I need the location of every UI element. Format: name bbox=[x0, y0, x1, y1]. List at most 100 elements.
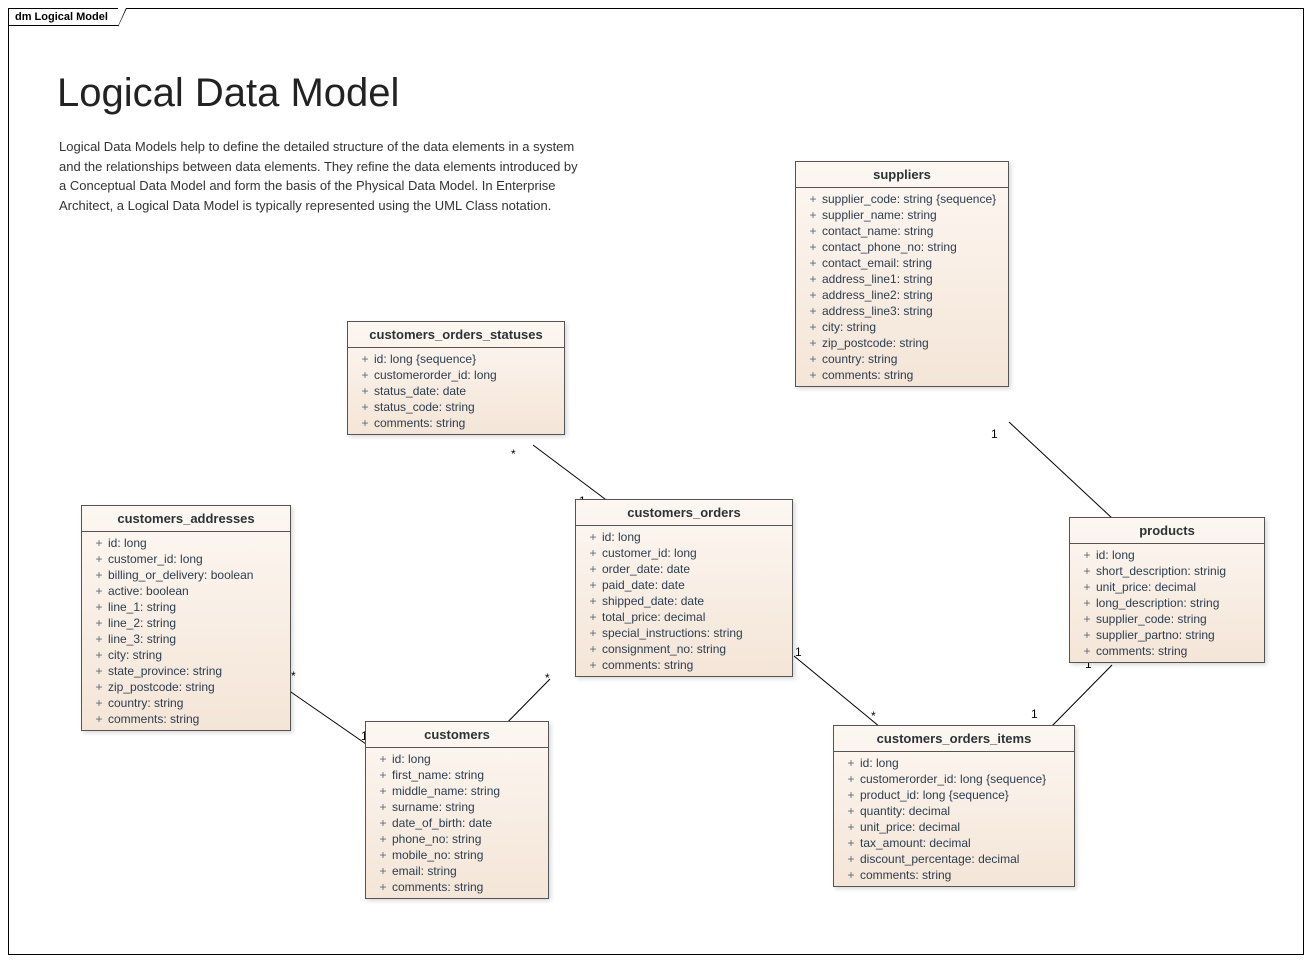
attribute-row: +id: long bbox=[366, 751, 548, 767]
attribute-text: paid_date: date bbox=[602, 578, 784, 592]
entity-products[interactable]: products +id: long+short_description: st… bbox=[1069, 517, 1265, 663]
attribute-text: contact_name: string bbox=[822, 224, 1000, 238]
attribute-visibility: + bbox=[842, 852, 860, 866]
attribute-visibility: + bbox=[374, 864, 392, 878]
attribute-text: address_line1: string bbox=[822, 272, 1000, 286]
page-title: Logical Data Model bbox=[57, 71, 399, 116]
attribute-visibility: + bbox=[1078, 580, 1096, 594]
attribute-text: supplier_name: string bbox=[822, 208, 1000, 222]
attribute-visibility: + bbox=[842, 772, 860, 786]
attribute-visibility: + bbox=[356, 352, 374, 366]
attribute-row: +first_name: string bbox=[366, 767, 548, 783]
attribute-visibility: + bbox=[90, 600, 108, 614]
attribute-visibility: + bbox=[90, 712, 108, 726]
attribute-text: status_date: date bbox=[374, 384, 556, 398]
attribute-visibility: + bbox=[374, 880, 392, 894]
entity-suppliers[interactable]: suppliers +supplier_code: string {sequen… bbox=[795, 161, 1009, 387]
attribute-visibility: + bbox=[804, 368, 822, 382]
entity-customers[interactable]: customers +id: long+first_name: string+m… bbox=[365, 721, 549, 899]
entity-customers-addresses[interactable]: customers_addresses +id: long+customer_i… bbox=[81, 505, 291, 731]
entity-customers-orders-statuses[interactable]: customers_orders_statuses +id: long {seq… bbox=[347, 321, 565, 435]
mult-1: 1 bbox=[1031, 707, 1038, 721]
attribute-row: +contact_phone_no: string bbox=[796, 239, 1008, 255]
attribute-visibility: + bbox=[804, 224, 822, 238]
attribute-list: +id: long+first_name: string+middle_name… bbox=[366, 748, 548, 898]
attribute-text: short_description: strinig bbox=[1096, 564, 1256, 578]
attribute-visibility: + bbox=[842, 836, 860, 850]
mult-star: * bbox=[291, 669, 296, 683]
entity-customers-orders[interactable]: customers_orders +id: long+customer_id: … bbox=[575, 499, 793, 677]
attribute-list: +supplier_code: string {sequence}+suppli… bbox=[796, 188, 1008, 386]
mult-1: 1 bbox=[795, 645, 802, 659]
entity-title: customers_orders_items bbox=[834, 726, 1074, 752]
attribute-text: id: long bbox=[602, 530, 784, 544]
attribute-visibility: + bbox=[356, 400, 374, 414]
attribute-text: contact_email: string bbox=[822, 256, 1000, 270]
attribute-row: +quantity: decimal bbox=[834, 803, 1074, 819]
entity-title: customers_addresses bbox=[82, 506, 290, 532]
attribute-visibility: + bbox=[90, 664, 108, 678]
attribute-text: surname: string bbox=[392, 800, 540, 814]
entity-title: suppliers bbox=[796, 162, 1008, 188]
attribute-text: mobile_no: string bbox=[392, 848, 540, 862]
attribute-text: line_2: string bbox=[108, 616, 282, 630]
entity-title: customers bbox=[366, 722, 548, 748]
attribute-row: +special_instructions: string bbox=[576, 625, 792, 641]
attribute-row: +id: long {sequence} bbox=[348, 351, 564, 367]
attribute-text: shipped_date: date bbox=[602, 594, 784, 608]
mult-star: * bbox=[545, 671, 550, 685]
attribute-text: id: long bbox=[108, 536, 282, 550]
attribute-row: +city: string bbox=[82, 647, 290, 663]
attribute-text: comments: string bbox=[374, 416, 556, 430]
attribute-row: +total_price: decimal bbox=[576, 609, 792, 625]
entity-customers-orders-items[interactable]: customers_orders_items +id: long+custome… bbox=[833, 725, 1075, 887]
intro-text: Logical Data Models help to define the d… bbox=[59, 137, 579, 215]
attribute-text: comments: string bbox=[602, 658, 784, 672]
attribute-text: billing_or_delivery: boolean bbox=[108, 568, 282, 582]
attribute-row: +comments: string bbox=[366, 879, 548, 895]
attribute-visibility: + bbox=[374, 848, 392, 862]
attribute-row: +address_line2: string bbox=[796, 287, 1008, 303]
attribute-row: +comments: string bbox=[796, 367, 1008, 383]
attribute-row: +zip_postcode: string bbox=[82, 679, 290, 695]
frame-label: dm Logical Model bbox=[8, 8, 119, 26]
attribute-row: +state_province: string bbox=[82, 663, 290, 679]
attribute-visibility: + bbox=[804, 272, 822, 286]
attribute-row: +email: string bbox=[366, 863, 548, 879]
attribute-visibility: + bbox=[374, 784, 392, 798]
attribute-row: +contact_email: string bbox=[796, 255, 1008, 271]
attribute-visibility: + bbox=[842, 756, 860, 770]
attribute-row: +supplier_code: string bbox=[1070, 611, 1264, 627]
attribute-text: customerorder_id: long {sequence} bbox=[860, 772, 1066, 786]
attribute-text: unit_price: decimal bbox=[860, 820, 1066, 834]
attribute-text: zip_postcode: string bbox=[108, 680, 282, 694]
attribute-visibility: + bbox=[842, 788, 860, 802]
attribute-text: comments: string bbox=[108, 712, 282, 726]
attribute-row: +supplier_code: string {sequence} bbox=[796, 191, 1008, 207]
attribute-visibility: + bbox=[374, 832, 392, 846]
attribute-text: line_1: string bbox=[108, 600, 282, 614]
attribute-row: +order_date: date bbox=[576, 561, 792, 577]
attribute-text: state_province: string bbox=[108, 664, 282, 678]
attribute-visibility: + bbox=[1078, 548, 1096, 562]
attribute-text: supplier_partno: string bbox=[1096, 628, 1256, 642]
attribute-text: id: long {sequence} bbox=[374, 352, 556, 366]
attribute-text: comments: string bbox=[392, 880, 540, 894]
attribute-text: comments: string bbox=[860, 868, 1066, 882]
attribute-row: +comments: string bbox=[348, 415, 564, 431]
attribute-visibility: + bbox=[804, 192, 822, 206]
attribute-text: consignment_no: string bbox=[602, 642, 784, 656]
attribute-text: customerorder_id: long bbox=[374, 368, 556, 382]
attribute-visibility: + bbox=[90, 680, 108, 694]
attribute-visibility: + bbox=[374, 768, 392, 782]
attribute-row: +zip_postcode: string bbox=[796, 335, 1008, 351]
mult-star: * bbox=[871, 709, 876, 723]
attribute-visibility: + bbox=[584, 642, 602, 656]
attribute-visibility: + bbox=[804, 240, 822, 254]
attribute-text: first_name: string bbox=[392, 768, 540, 782]
attribute-row: +comments: string bbox=[576, 657, 792, 673]
attribute-visibility: + bbox=[374, 816, 392, 830]
attribute-text: total_price: decimal bbox=[602, 610, 784, 624]
attribute-list: +id: long+customerorder_id: long {sequen… bbox=[834, 752, 1074, 886]
attribute-row: +surname: string bbox=[366, 799, 548, 815]
